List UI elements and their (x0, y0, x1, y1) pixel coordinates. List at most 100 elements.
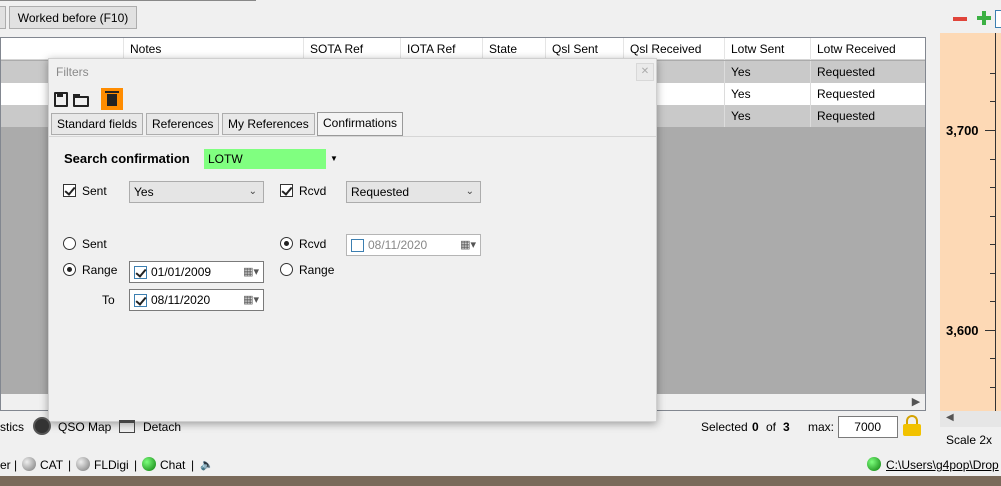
range-radio-label: Range (82, 263, 118, 277)
qso-map-link[interactable]: QSO Map (58, 420, 111, 434)
column-header-state[interactable]: State (482, 38, 545, 60)
max-label: max: (808, 420, 835, 434)
cell-lotw-sent: Yes (724, 105, 810, 127)
calendar-dropdown-icon[interactable]: ▦▾ (243, 262, 259, 282)
cell-lotw-received: Requested (810, 105, 925, 127)
cell-lotw-received: Requested (810, 61, 925, 83)
range-radio[interactable] (63, 263, 76, 276)
grid-header: Notes SOTA Ref IOTA Ref State Qsl Sent Q… (1, 38, 925, 60)
separator: | (68, 458, 72, 472)
rcvd-select[interactable]: Requested ⌄ (346, 181, 481, 203)
close-icon[interactable]: ✕ (636, 63, 654, 81)
rcvd-radio[interactable] (280, 237, 293, 250)
plus-icon[interactable] (977, 11, 991, 25)
range-from-checkbox[interactable] (134, 266, 147, 279)
sent-checkbox[interactable] (63, 184, 76, 197)
separator: | (191, 458, 195, 472)
chevron-down-icon: ⌄ (465, 186, 474, 197)
worked-before-button[interactable]: Worked before (F10) (9, 6, 137, 29)
range-to-date: 08/11/2020 (151, 293, 211, 307)
column-header-sota-ref[interactable]: SOTA Ref (303, 38, 400, 60)
cell-lotw-sent: Yes (724, 83, 810, 105)
filters-dialog[interactable]: Filters ✕ Standard fields References My … (48, 58, 657, 422)
worked-before-label: Worked before (F10) (17, 10, 129, 25)
calendar-dropdown-icon[interactable]: ▦▾ (243, 290, 259, 310)
detach-link[interactable]: Detach (143, 420, 181, 434)
fldigi-status-led-icon (76, 457, 90, 471)
tab-my-references[interactable]: My References (222, 113, 315, 135)
lock-icon[interactable] (903, 415, 921, 437)
status-item-partial: er (0, 458, 11, 472)
save-icon[interactable] (54, 92, 68, 107)
search-confirmation-select[interactable]: LOTW (204, 149, 326, 169)
speaker-icon[interactable]: 🔈 (200, 459, 214, 471)
rcvd-range-radio[interactable] (280, 263, 293, 276)
search-confirmation-label: Search confirmation (64, 151, 190, 166)
statistics-link[interactable]: stics (0, 420, 24, 434)
calendar-dropdown-icon[interactable]: ▦▾ (460, 235, 476, 255)
delete-trash-icon[interactable] (101, 88, 123, 110)
open-folder-icon[interactable] (73, 94, 90, 107)
separator: | (14, 458, 18, 472)
column-header-lotw-received[interactable]: Lotw Received (810, 38, 925, 60)
search-confirmation-dropdown-icon[interactable]: ▼ (326, 149, 342, 169)
rcvd-date-checkbox[interactable] (351, 239, 364, 252)
of-label: of (766, 420, 777, 434)
sent-radio[interactable] (63, 237, 76, 250)
search-confirmation-value: LOTW (208, 152, 243, 166)
dialog-title: Filters (56, 65, 89, 79)
tab-standard-fields[interactable]: Standard fields (51, 113, 144, 135)
rcvd-checkbox[interactable] (280, 184, 293, 197)
tab-confirmations[interactable]: Confirmations (317, 112, 404, 136)
fldigi-label[interactable]: FLDigi (94, 458, 129, 472)
range-from-date: 01/01/2009 (151, 265, 212, 279)
chat-label[interactable]: Chat (160, 458, 185, 472)
sent-label: Sent (82, 184, 107, 198)
rcvd-label: Rcvd (299, 184, 327, 198)
tab-references[interactable]: References (146, 113, 220, 135)
scale-label: Scale 2x (946, 433, 993, 447)
sent-select-value: Yes (134, 185, 154, 199)
range-to-date-picker[interactable]: 08/11/2020 ▦▾ (129, 289, 264, 311)
cell-lotw-received: Requested (810, 83, 925, 105)
scroll-left-arrow-icon[interactable]: ◀ (946, 412, 954, 423)
sent-select[interactable]: Yes ⌄ (129, 181, 264, 203)
range-from-date-picker[interactable]: 01/01/2009 ▦▾ (129, 261, 264, 283)
rcvd-radio-label: Rcvd (299, 237, 327, 251)
minus-icon[interactable] (953, 17, 967, 21)
rcvd-range-label: Range (299, 263, 335, 277)
toolbar-left-stub-button[interactable] (0, 6, 6, 29)
selected-label: Selected (701, 420, 748, 434)
column-header-iota-ref[interactable]: IOTA Ref (400, 38, 482, 60)
globe-icon[interactable] (33, 417, 51, 435)
chevron-down-icon: ⌄ (248, 186, 257, 197)
right-toolbar (940, 8, 1001, 30)
frequency-label: 3,600 (946, 323, 979, 338)
rcvd-date-picker[interactable]: 08/11/2020 ▦▾ (346, 234, 481, 256)
edge-button[interactable] (995, 10, 1001, 28)
column-header-notes[interactable]: Notes (123, 38, 303, 60)
scroll-right-arrow-icon[interactable]: ▶ (909, 395, 923, 409)
cat-label[interactable]: CAT (40, 458, 63, 472)
column-header-lotw-sent[interactable]: Lotw Sent (724, 38, 810, 60)
rcvd-select-value: Requested (351, 185, 410, 199)
frequency-scale-panel[interactable]: 3,700 3,600 (940, 33, 1001, 411)
max-value: 7000 (854, 420, 881, 434)
scale-select[interactable]: Scale 2x (940, 430, 1001, 450)
column-header-qsl-received[interactable]: Qsl Received (623, 38, 724, 60)
photo-strip (0, 476, 1001, 486)
selected-count: 0 (752, 420, 759, 434)
log-path: C:\Users\g4pop\Drop (886, 458, 999, 472)
top-toolbar (0, 0, 256, 1)
cat-status-led-icon (22, 457, 36, 471)
right-panel-scrollbar[interactable]: ◀ (940, 411, 1001, 427)
detach-icon[interactable] (119, 420, 135, 433)
cell-lotw-sent: Yes (724, 61, 810, 83)
range-to-checkbox[interactable] (134, 294, 147, 307)
column-header-qsl-sent[interactable]: Qsl Sent (545, 38, 623, 60)
max-input[interactable]: 7000 (838, 416, 898, 438)
rcvd-date: 08/11/2020 (368, 238, 428, 252)
frequency-label: 3,700 (946, 123, 979, 138)
path-status-led-icon (867, 457, 881, 471)
chat-status-led-icon (142, 457, 156, 471)
